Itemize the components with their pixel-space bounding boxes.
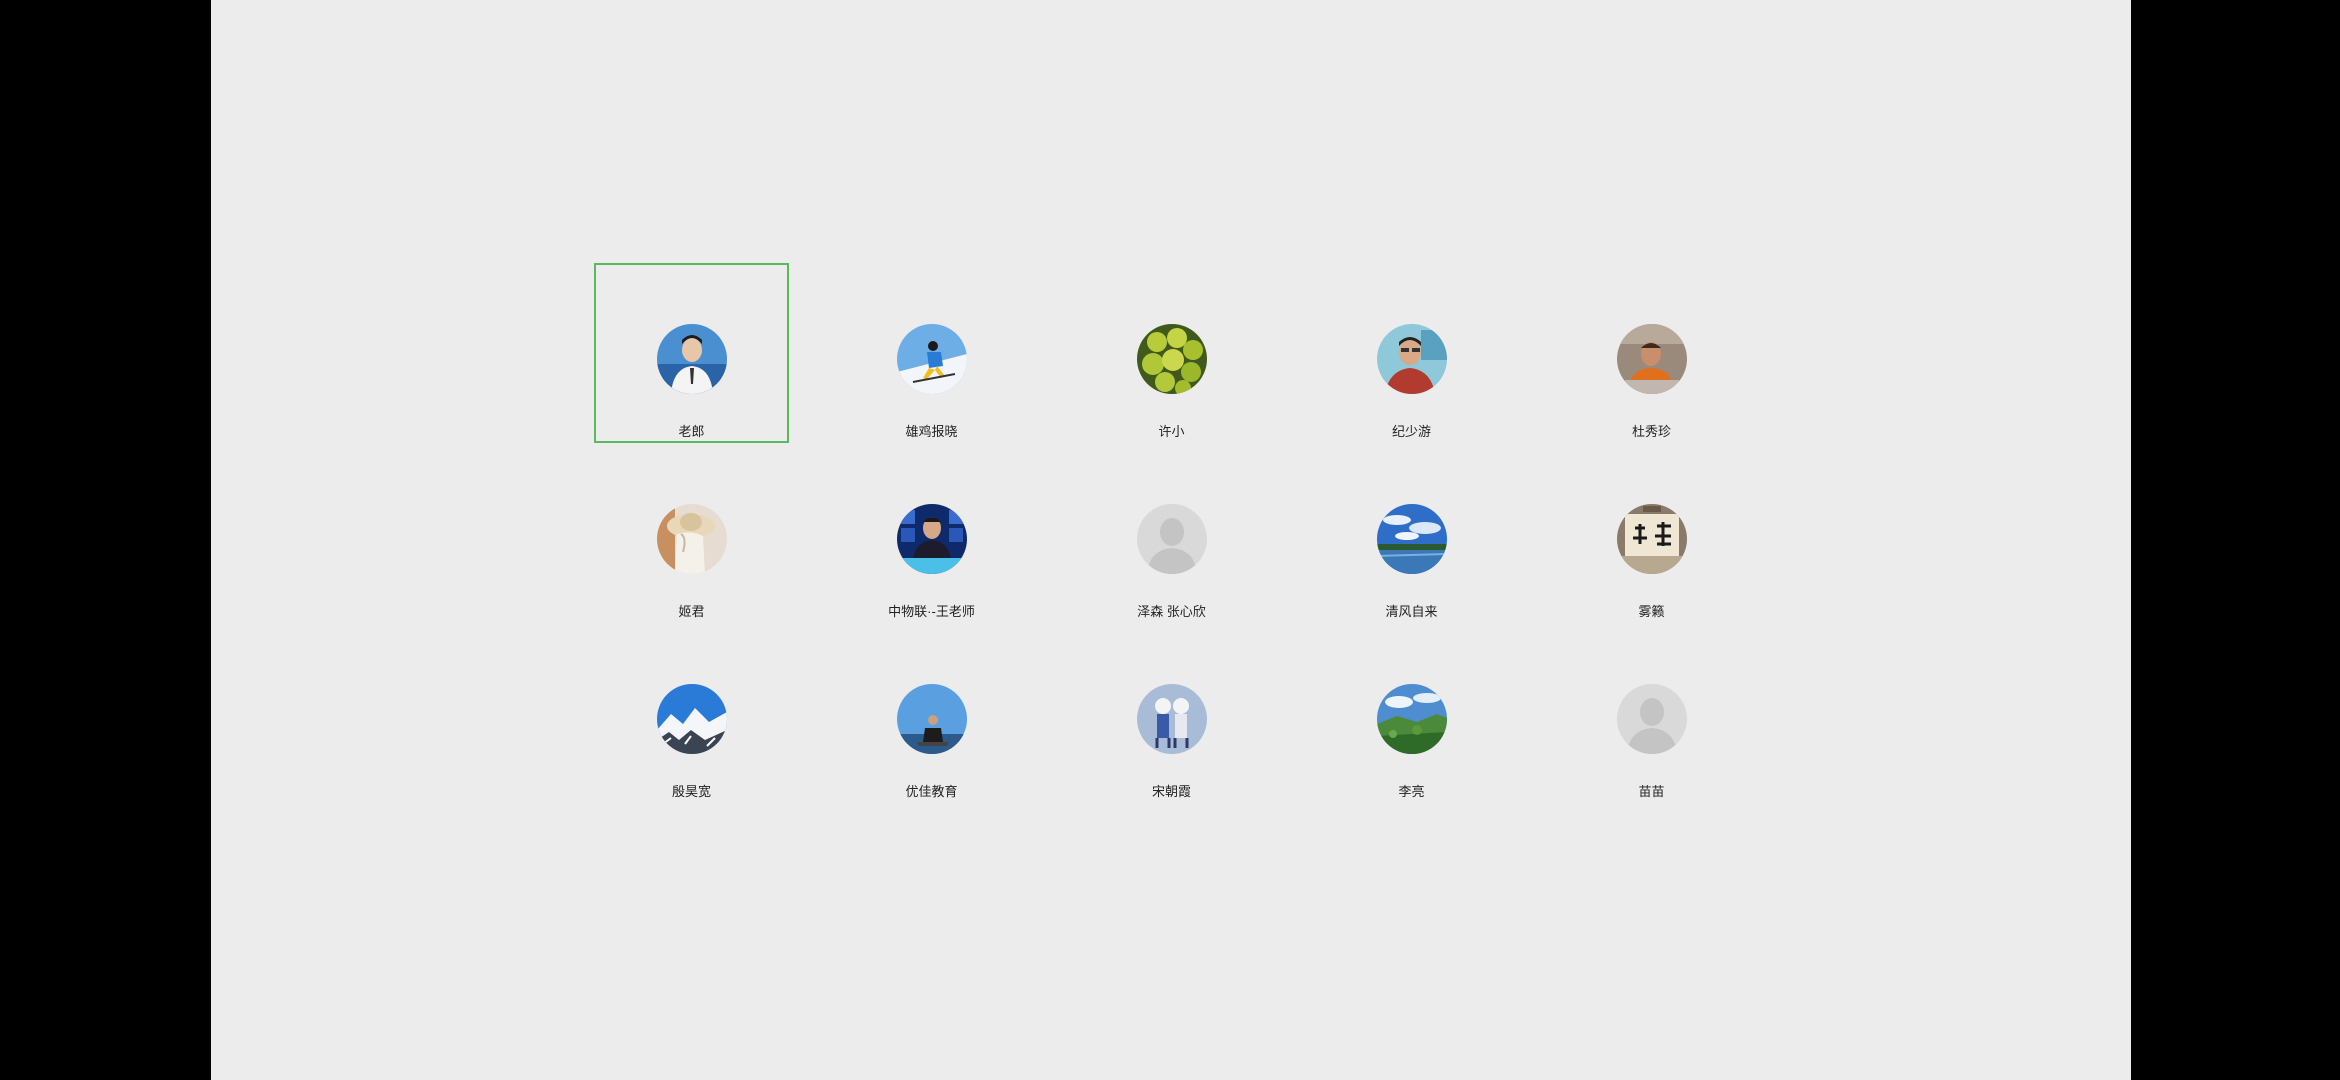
contact-item[interactable]: 中物联·-王老师 [834,443,1029,623]
contact-item[interactable]: 苗苗 [1554,623,1749,803]
contact-item[interactable]: 雄鸡报晓 [834,263,1029,443]
avatar [897,324,967,394]
default-user-icon [1617,684,1687,754]
avatar [1617,324,1687,394]
contact-item[interactable]: 李亮 [1314,623,1509,803]
avatar [897,504,967,574]
contact-grid: 老郎 雄鸡报晓 许小 纪少游 杜秀珍 姬君 中物联·-王老师 泽森 张心欣 清风… [594,263,1794,803]
avatar [897,684,967,754]
avatar [657,324,727,394]
avatar [657,504,727,574]
avatar [1377,504,1447,574]
avatar [657,684,727,754]
contact-name: 苗苗 [1638,784,1665,799]
contact-item[interactable]: 宋朝霞 [1074,623,1269,803]
contact-item[interactable]: 杜秀珍 [1554,263,1749,443]
contact-name: 雾籁 [1638,604,1665,619]
contact-item[interactable]: 雾籁 [1554,443,1749,623]
avatar [1377,684,1447,754]
contact-name: 宋朝霞 [1151,784,1191,799]
contact-name: 姬君 [678,604,705,619]
contact-name: 泽森 张心欣 [1137,604,1206,619]
contact-name: 优佳教育 [905,784,958,799]
contact-item[interactable]: 老郎 [594,263,789,443]
contact-name: 雄鸡报晓 [905,424,958,439]
contact-item[interactable]: 姬君 [594,443,789,623]
contact-item[interactable]: 许小 [1074,263,1269,443]
contact-item[interactable]: 优佳教育 [834,623,1029,803]
contact-name: 许小 [1158,424,1185,439]
contact-name: 杜秀珍 [1631,424,1671,439]
avatar [1137,684,1207,754]
avatar [1137,324,1207,394]
contact-name: 李亮 [1398,784,1425,799]
default-user-icon [1137,504,1207,574]
avatar [1617,504,1687,574]
contact-name: 纪少游 [1391,424,1431,439]
contact-item[interactable]: 殷昊宽 [594,623,789,803]
contact-name: 老郎 [678,424,705,439]
contact-item[interactable]: 纪少游 [1314,263,1509,443]
contact-name: 中物联·-王老师 [888,604,975,619]
contact-picker-screen: 老郎 雄鸡报晓 许小 纪少游 杜秀珍 姬君 中物联·-王老师 泽森 张心欣 清风… [211,0,2131,1080]
contact-name: 清风自来 [1385,604,1438,619]
avatar [1377,324,1447,394]
contact-item[interactable]: 清风自来 [1314,443,1509,623]
contact-name: 殷昊宽 [671,784,711,799]
contact-item[interactable]: 泽森 张心欣 [1074,443,1269,623]
